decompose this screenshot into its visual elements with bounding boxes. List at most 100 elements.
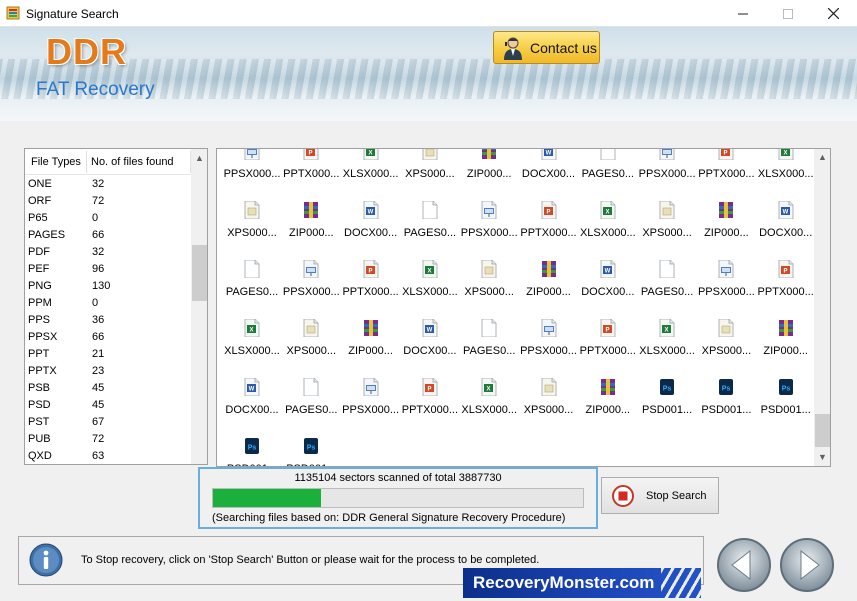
xps-file-icon — [718, 319, 734, 337]
list-scrollbar[interactable]: ▲ — [191, 149, 207, 464]
file-item[interactable]: W DOCX00... — [398, 319, 462, 369]
scroll-up-icon[interactable]: ▲ — [818, 152, 827, 162]
found-files-panel[interactable]: PPSX000... P PPTX000... X XLSX000... XPS000..… — [216, 148, 831, 467]
file-name-label: DOCX00... — [521, 168, 576, 180]
file-item[interactable]: PsPSD001... — [635, 378, 699, 428]
file-item[interactable]: PPSX000... — [279, 260, 343, 310]
file-item[interactable]: ZIP000... — [339, 319, 403, 369]
file-item[interactable]: XPS000... — [398, 149, 462, 192]
file-item[interactable]: W DOCX00... — [339, 201, 403, 251]
file-item[interactable]: W DOCX00... — [576, 260, 640, 310]
list-item[interactable]: PNG 130 — [25, 277, 191, 294]
file-item[interactable]: ZIP000... — [517, 260, 581, 310]
files-scrollbar[interactable]: ▲ ▼ — [814, 149, 830, 466]
file-item[interactable]: X XLSX000... — [635, 319, 699, 369]
close-button[interactable] — [810, 0, 856, 27]
file-item[interactable]: PPSX000... — [635, 149, 699, 192]
next-button[interactable] — [779, 537, 835, 593]
file-item[interactable]: W DOCX00... — [220, 378, 284, 428]
svg-text:P: P — [309, 151, 313, 157]
file-item[interactable]: PsPSD001... — [279, 437, 343, 466]
file-item[interactable]: ZIP000... — [576, 378, 640, 428]
list-item[interactable]: PPS 36 — [25, 311, 191, 328]
list-item[interactable]: PST 67 — [25, 413, 191, 430]
back-button[interactable] — [716, 537, 772, 593]
file-item[interactable]: ZIP000... — [279, 201, 343, 251]
file-item[interactable]: XPS000... — [457, 260, 521, 310]
list-item[interactable]: PEF 96 — [25, 260, 191, 277]
docx-file-icon: W — [600, 260, 616, 278]
file-item[interactable]: XPS000... — [220, 201, 284, 251]
file-item[interactable]: PPSX000... — [517, 319, 581, 369]
file-item[interactable]: PsPSD001... — [754, 378, 818, 428]
file-item[interactable]: PAGES0... — [635, 260, 699, 310]
list-item[interactable]: P65 0 — [25, 209, 191, 226]
window-title: Signature Search — [26, 7, 119, 21]
file-item[interactable]: PPSX000... — [339, 378, 403, 428]
file-item[interactable]: XPS000... — [517, 378, 581, 428]
scroll-thumb[interactable] — [192, 245, 207, 301]
file-item[interactable]: X XLSX000... — [220, 319, 284, 369]
file-count-value: 32 — [92, 246, 105, 258]
file-item[interactable]: PsPSD001... — [220, 437, 284, 466]
file-item[interactable]: X XLSX000... — [576, 201, 640, 251]
file-item[interactable]: PAGES0... — [457, 319, 521, 369]
list-item[interactable]: PPT 21 — [25, 345, 191, 362]
column-header-file-types[interactable]: File Types — [31, 156, 81, 168]
file-item[interactable]: P PPTX000... — [398, 378, 462, 428]
list-item[interactable]: PAGES 66 — [25, 226, 191, 243]
file-item[interactable]: X XLSX000... — [457, 378, 521, 428]
file-name-label: XPS000... — [227, 227, 277, 239]
list-item[interactable]: PPSX 66 — [25, 328, 191, 345]
scroll-up-icon[interactable]: ▲ — [195, 153, 204, 163]
file-item[interactable]: PPSX000... — [457, 201, 521, 251]
product-name: FAT Recovery — [36, 79, 155, 100]
list-item[interactable]: QXD 63 — [25, 447, 191, 464]
file-item[interactable]: ZIP000... — [754, 319, 818, 369]
file-item[interactable]: P PPTX000... — [339, 260, 403, 310]
list-item[interactable]: PPTX 23 — [25, 362, 191, 379]
file-item[interactable]: P PPTX000... — [694, 149, 758, 192]
column-header-files-found[interactable]: No. of files found — [91, 156, 174, 168]
file-item[interactable]: PsPSD001... — [694, 378, 758, 428]
file-item[interactable]: ZIP000... — [457, 149, 521, 192]
minimize-button[interactable] — [720, 0, 766, 27]
file-name-label: PAGES0... — [225, 286, 279, 298]
list-item[interactable]: PSD 45 — [25, 396, 191, 413]
file-item[interactable]: ZIP000... — [694, 201, 758, 251]
list-item[interactable]: PDF 32 — [25, 243, 191, 260]
list-item[interactable]: ORF 72 — [25, 192, 191, 209]
file-item[interactable]: X XLSX000... — [339, 149, 403, 192]
contact-us-button[interactable]: Contact us — [493, 31, 600, 64]
list-item[interactable]: PUB 72 — [25, 430, 191, 447]
file-item[interactable]: P PPTX000... — [517, 201, 581, 251]
file-name-label: ZIP000... — [466, 168, 512, 180]
maximize-button[interactable] — [765, 0, 811, 27]
file-item[interactable]: W DOCX00... — [754, 201, 818, 251]
file-item[interactable]: X XLSX000... — [398, 260, 462, 310]
file-item[interactable]: PPSX000... — [220, 149, 284, 192]
list-item[interactable]: ONE 32 — [25, 175, 191, 192]
file-item[interactable]: PAGES0... — [279, 378, 343, 428]
list-item[interactable]: PSB 45 — [25, 379, 191, 396]
file-item[interactable]: PAGES0... — [576, 149, 640, 192]
file-item[interactable]: XPS000... — [635, 201, 699, 251]
brand-banner[interactable]: RecoveryMonster.com — [463, 568, 701, 598]
file-item[interactable]: P PPTX000... — [279, 149, 343, 192]
file-item[interactable]: W DOCX00... — [517, 149, 581, 192]
file-item[interactable]: XPS000... — [694, 319, 758, 369]
file-item[interactable]: PPSX000... — [694, 260, 758, 310]
file-types-list[interactable]: File Types No. of files found ONE 32 ORF 72… — [24, 148, 208, 465]
file-item[interactable]: PAGES0... — [398, 201, 462, 251]
pptx-file-icon: P — [541, 201, 556, 219]
file-item[interactable]: PAGES0... — [220, 260, 284, 310]
header-banner: DDR FAT Recovery Contact us — [0, 27, 857, 121]
file-item[interactable]: XPS000... — [279, 319, 343, 369]
stop-search-button[interactable]: Stop Search — [601, 477, 719, 514]
scroll-thumb[interactable] — [815, 414, 830, 447]
scroll-down-icon[interactable]: ▼ — [818, 452, 827, 462]
file-item[interactable]: P PPTX000... — [754, 260, 818, 310]
list-item[interactable]: PPM 0 — [25, 294, 191, 311]
file-item[interactable]: P PPTX000... — [576, 319, 640, 369]
file-item[interactable]: X XLSX000... — [754, 149, 818, 192]
